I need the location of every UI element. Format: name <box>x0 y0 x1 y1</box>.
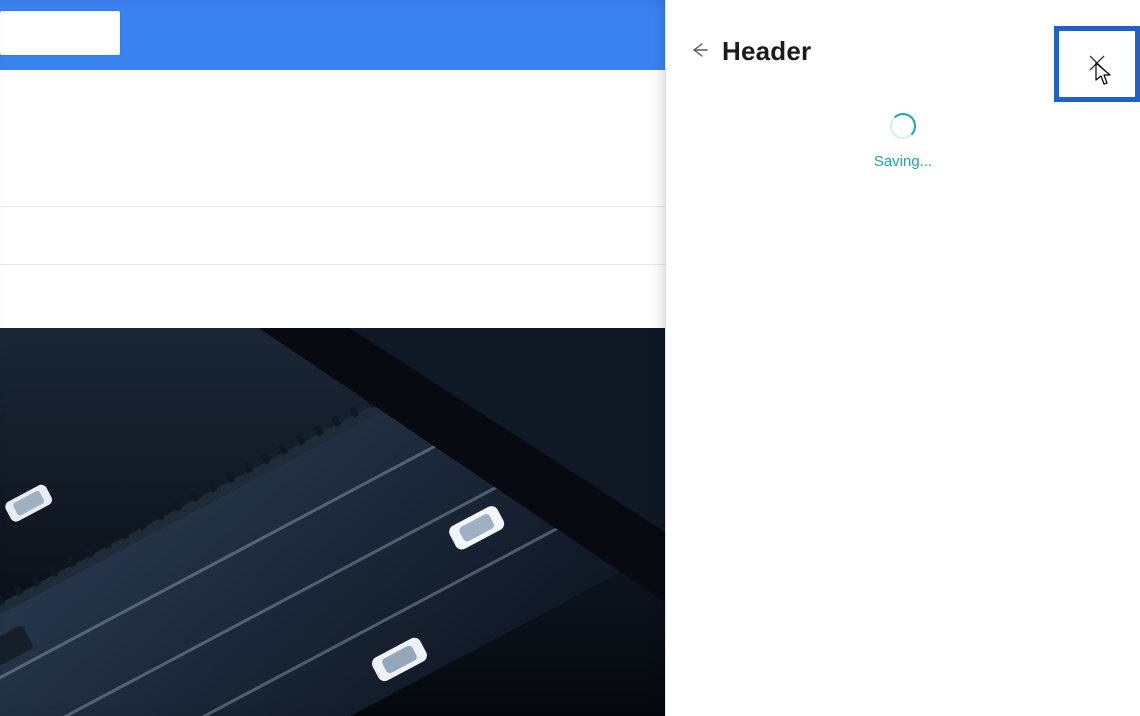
panel-title: Header <box>722 36 811 67</box>
saving-label: Saving... <box>874 153 932 170</box>
topbar-input[interactable] <box>0 11 120 55</box>
back-arrow-icon <box>690 40 710 63</box>
main-content-backdrop <box>0 0 665 716</box>
divider <box>0 264 665 265</box>
header-edit-panel: Header <box>665 0 1140 716</box>
close-button-highlight <box>1054 26 1140 102</box>
top-app-bar <box>0 0 665 70</box>
spinner-icon <box>890 113 916 139</box>
hero-image <box>0 328 665 716</box>
divider <box>0 206 665 207</box>
close-icon <box>1087 53 1107 76</box>
saving-status: Saving... <box>666 113 1140 170</box>
close-button[interactable] <box>1075 42 1119 86</box>
back-button[interactable] <box>688 40 712 64</box>
